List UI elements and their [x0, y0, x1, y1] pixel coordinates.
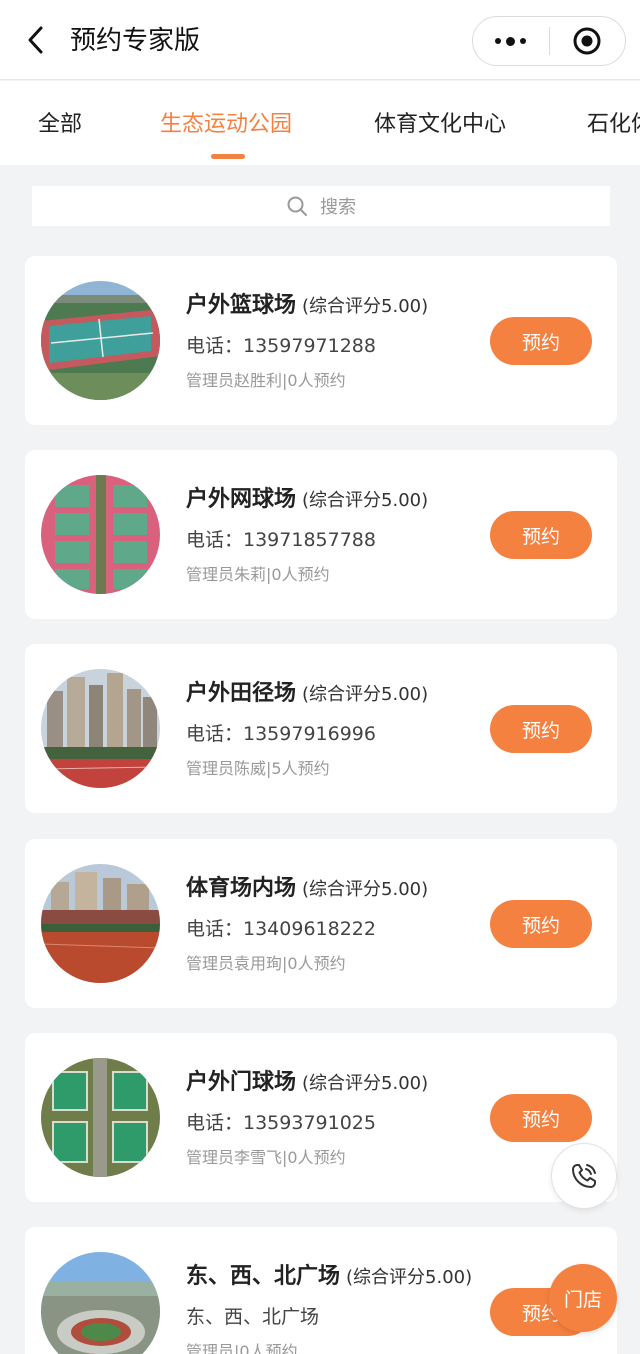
- book-button[interactable]: 预约: [490, 900, 592, 948]
- venue-name: 户外田径场: [186, 681, 297, 706]
- venue-meta: 管理员|0人预约: [186, 1342, 298, 1354]
- venue-rating: (综合评分5.00): [302, 684, 429, 705]
- venue-phone: 电话：13597971288: [186, 335, 376, 357]
- more-button[interactable]: [473, 17, 549, 65]
- venue-phone: 电话：13971857788: [186, 529, 376, 551]
- venue-title: 户外篮球场 (综合评分5.00): [186, 290, 428, 323]
- venue-phone: 东、西、北广场: [186, 1306, 320, 1328]
- venue-phone: 电话：13409618222: [186, 918, 376, 940]
- venue-title: 户外田径场 (综合评分5.00): [186, 678, 428, 711]
- venue-card[interactable]: 户外篮球场 (综合评分5.00) 电话：13597971288 管理员赵胜利|0人…: [25, 256, 617, 425]
- search-placeholder: 搜索: [320, 197, 356, 218]
- tennis-court-photo: [41, 475, 160, 594]
- venue-rating: (综合评分5.00): [302, 879, 429, 900]
- venue-title: 体育场内场 (综合评分5.00): [186, 873, 428, 906]
- page-title: 预约专家版: [70, 26, 201, 56]
- venue-name: 户外网球场: [186, 487, 297, 512]
- venue-rating: (综合评分5.00): [302, 490, 429, 511]
- venue-card[interactable]: 户外田径场 (综合评分5.00) 电话：13597916996 管理员陈威|5人预…: [25, 644, 617, 813]
- venue-card[interactable]: 户外网球场 (综合评分5.00) 电话：13971857788 管理员朱莉|0人预…: [25, 450, 617, 619]
- plaza-photo: [41, 1252, 160, 1354]
- back-button[interactable]: [18, 22, 54, 58]
- venue-rating: (综合评分5.00): [346, 1267, 473, 1288]
- more-dots-icon: [495, 36, 527, 46]
- venue-name: 东、西、北广场: [186, 1264, 341, 1289]
- tab-all[interactable]: 全部: [38, 109, 82, 141]
- book-button[interactable]: 预约: [490, 705, 592, 753]
- venue-meta: 管理员朱莉|0人预约: [186, 565, 330, 584]
- search-input[interactable]: 搜索: [32, 186, 610, 226]
- venue-phone: 电话：13597916996: [186, 723, 376, 745]
- venue-name: 户外篮球场: [186, 293, 297, 318]
- venue-rating: (综合评分5.00): [302, 1073, 429, 1094]
- category-tabs: 全部 生态运动公园 体育文化中心 石化体: [0, 81, 640, 165]
- basketball-court-photo: [41, 281, 160, 400]
- phone-call-icon: [572, 1164, 596, 1188]
- search-icon: [287, 196, 307, 216]
- venue-title: 户外门球场 (综合评分5.00): [186, 1067, 428, 1100]
- venue-title: 户外网球场 (综合评分5.00): [186, 484, 428, 517]
- book-button[interactable]: 预约: [490, 511, 592, 559]
- book-button[interactable]: 预约: [490, 1094, 592, 1142]
- active-tab-indicator: [211, 154, 245, 159]
- gateball-court-photo: [41, 1058, 160, 1177]
- close-button[interactable]: [550, 17, 626, 65]
- venue-card[interactable]: 东、西、北广场 (综合评分5.00) 东、西、北广场 管理员|0人预约 预约: [25, 1227, 617, 1354]
- chevron-left-icon: [28, 26, 43, 54]
- venue-phone: 电话：13593791025: [186, 1112, 376, 1134]
- venue-meta: 管理员李雪飞|0人预约: [186, 1148, 346, 1167]
- mini-program-capsule: [472, 16, 626, 66]
- nav-bar: 预约专家版: [0, 0, 640, 80]
- target-icon: [573, 27, 601, 55]
- venue-card[interactable]: 体育场内场 (综合评分5.00) 电话：13409618222 管理员袁用珣|0人…: [25, 839, 617, 1008]
- venue-name: 户外门球场: [186, 1070, 297, 1095]
- track-field-photo: [41, 669, 160, 788]
- store-button[interactable]: 门店: [549, 1264, 617, 1332]
- stadium-photo: [41, 864, 160, 983]
- venue-meta: 管理员陈威|5人预约: [186, 759, 330, 778]
- venue-name: 体育场内场: [186, 876, 297, 901]
- tab-eco-sports-park[interactable]: 生态运动公园: [160, 109, 292, 141]
- tab-petrochemical[interactable]: 石化体: [587, 109, 640, 141]
- venue-title: 东、西、北广场 (综合评分5.00): [186, 1261, 472, 1294]
- call-button[interactable]: [551, 1143, 617, 1209]
- venue-meta: 管理员袁用珣|0人预约: [186, 954, 346, 973]
- venue-rating: (综合评分5.00): [302, 296, 429, 317]
- tab-sports-culture-center[interactable]: 体育文化中心: [374, 109, 506, 141]
- book-button[interactable]: 预约: [490, 317, 592, 365]
- venue-card[interactable]: 户外门球场 (综合评分5.00) 电话：13593791025 管理员李雪飞|0人…: [25, 1033, 617, 1202]
- venue-meta: 管理员赵胜利|0人预约: [186, 371, 346, 390]
